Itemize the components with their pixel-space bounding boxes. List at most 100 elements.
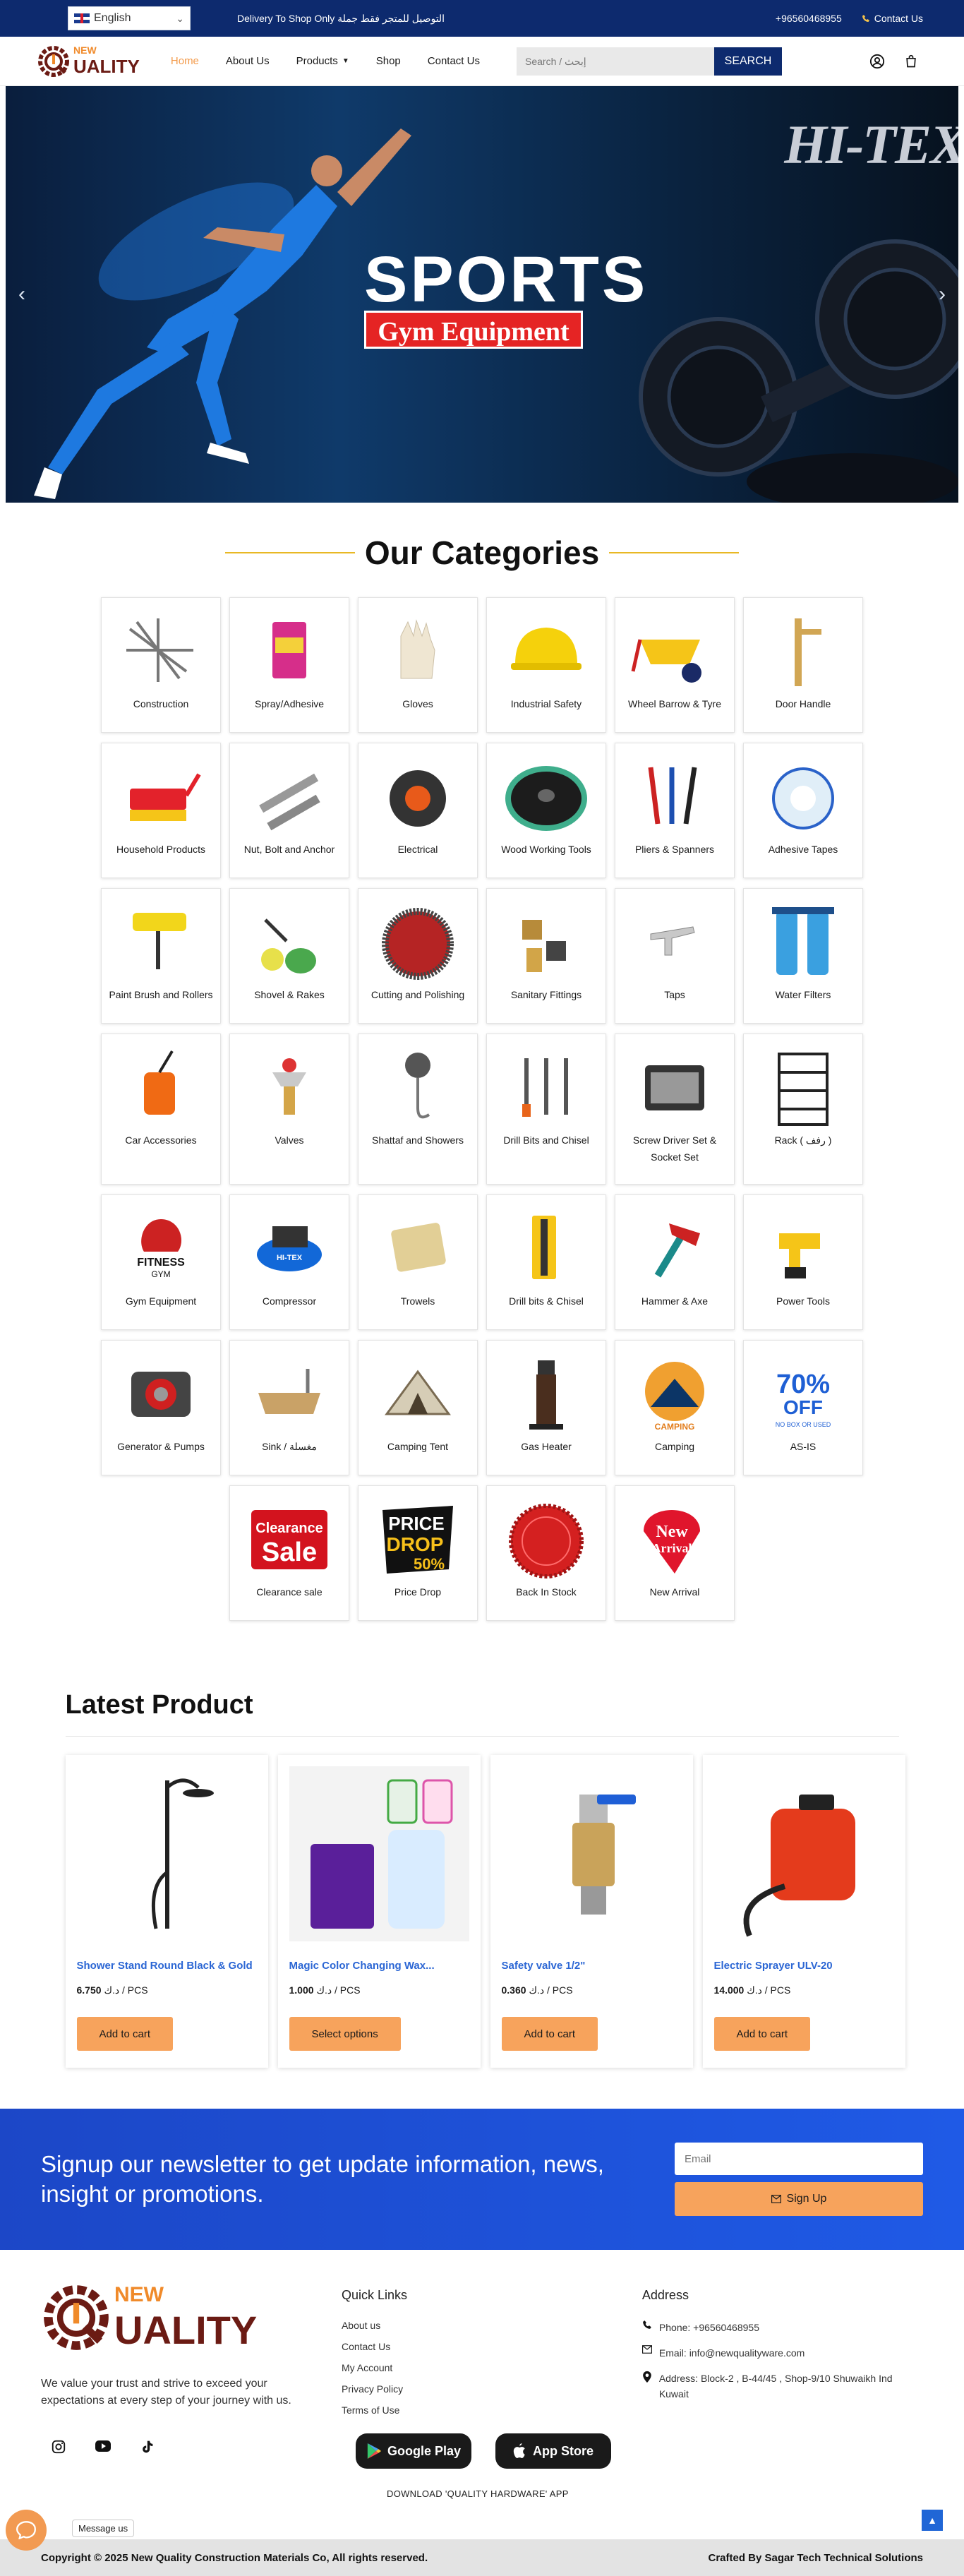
- footer-link-terms[interactable]: Terms of Use: [342, 2404, 642, 2416]
- newsletter-signup-button[interactable]: Sign Up: [675, 2182, 923, 2216]
- footer-link-privacy[interactable]: Privacy Policy: [342, 2383, 642, 2395]
- instagram-icon[interactable]: [51, 2439, 66, 2455]
- category-label: Drill Bits and Chisel: [503, 1134, 589, 1146]
- category-card-compressor[interactable]: HI-TEX Compressor: [229, 1194, 349, 1330]
- category-label: New Arrival: [649, 1586, 700, 1598]
- category-card-adhesive-tapes[interactable]: Adhesive Tapes: [743, 743, 863, 878]
- category-card-valves[interactable]: Valves: [229, 1034, 349, 1185]
- message-us-label[interactable]: Message us: [72, 2520, 135, 2537]
- category-card-gym-equipment[interactable]: FITNESS GYM Gym Equipment: [101, 1194, 221, 1330]
- newsletter-email-input[interactable]: [675, 2143, 923, 2175]
- category-card-power-tools[interactable]: Power Tools: [743, 1194, 863, 1330]
- category-card-wheel-barrow-tyre[interactable]: Wheel Barrow & Tyre: [615, 597, 735, 733]
- app-store-badge[interactable]: App Store: [495, 2433, 611, 2469]
- category-card-new-arrival[interactable]: New Arrival New Arrival: [615, 1485, 735, 1621]
- category-card-taps[interactable]: Taps: [615, 888, 735, 1024]
- category-card-cutting-and-polishing[interactable]: Cutting and Polishing: [358, 888, 478, 1024]
- category-card-water-filters[interactable]: Water Filters: [743, 888, 863, 1024]
- category-card-shattaf-and-showers[interactable]: Shattaf and Showers: [358, 1034, 478, 1185]
- category-card-construction[interactable]: Construction: [101, 597, 221, 733]
- product-image[interactable]: [289, 1766, 469, 1941]
- category-card-trowels[interactable]: Trowels: [358, 1194, 478, 1330]
- category-card-drill-bits-and-chisel[interactable]: Drill Bits and Chisel: [486, 1034, 606, 1185]
- product-name[interactable]: Safety valve 1/2": [502, 1960, 682, 1972]
- category-card-clearance-sale[interactable]: Clearance Sale Clearance sale: [229, 1485, 349, 1621]
- product-card[interactable]: Magic Color Changing Wax... د.ك 1.000 / P…: [277, 1755, 481, 2068]
- category-card-gloves[interactable]: Gloves: [358, 597, 478, 733]
- site-logo[interactable]: NEW UALITY: [37, 44, 140, 78]
- newsletter-text: Signup our newsletter to get update info…: [41, 2151, 604, 2207]
- product-image[interactable]: [77, 1766, 257, 1941]
- nav-contact[interactable]: Contact Us: [428, 55, 480, 67]
- youtube-icon[interactable]: [95, 2439, 112, 2453]
- category-card-nut-bolt-and-anchor[interactable]: Nut, Bolt and Anchor: [229, 743, 349, 878]
- category-card-sanitary-fittings[interactable]: Sanitary Fittings: [486, 888, 606, 1024]
- category-card-car-accessories[interactable]: Car Accessories: [101, 1034, 221, 1185]
- category-card-shovel-rakes[interactable]: Shovel & Rakes: [229, 888, 349, 1024]
- category-card-price-drop[interactable]: PRICE DROP 50% Price Drop: [358, 1485, 478, 1621]
- category-card-sink[interactable]: Sink / مغسلة: [229, 1340, 349, 1475]
- language-selector[interactable]: English ⌄: [68, 6, 191, 30]
- tiktok-icon[interactable]: [140, 2439, 154, 2455]
- nav-home[interactable]: Home: [171, 55, 199, 67]
- footer-logo[interactable]: NEW UALITY: [41, 2282, 342, 2353]
- footer-link-contact[interactable]: Contact Us: [342, 2341, 642, 2352]
- product-image[interactable]: [502, 1766, 682, 1941]
- category-card-hammer-axe[interactable]: Hammer & Axe: [615, 1194, 735, 1330]
- category-card-wood-working-tools[interactable]: Wood Working Tools: [486, 743, 606, 878]
- category-label: Cutting and Polishing: [370, 989, 465, 1000]
- category-card-screw-driver-set-socket-set[interactable]: Screw Driver Set & Socket Set: [615, 1034, 735, 1185]
- product-action-button[interactable]: Add to cart: [501, 2017, 598, 2051]
- product-action-button[interactable]: Select options: [289, 2017, 401, 2051]
- category-card-paint-brush-and-rollers[interactable]: Paint Brush and Rollers: [101, 888, 221, 1024]
- category-card-camping-tent[interactable]: Camping Tent: [358, 1340, 478, 1475]
- product-card[interactable]: Shower Stand Round Black & Gold د.ك 6.750…: [65, 1755, 268, 2068]
- category-card-pliers-spanners[interactable]: Pliers & Spanners: [615, 743, 735, 878]
- product-price-value: 14.000: [713, 1984, 745, 1996]
- google-play-badge[interactable]: Google Play: [356, 2433, 471, 2469]
- category-card-as-is[interactable]: 70% OFF NO BOX OR USED AS-IS: [743, 1340, 863, 1475]
- category-label: Clearance sale: [256, 1586, 323, 1598]
- product-card[interactable]: Safety valve 1/2" د.ك 0.360 / PCS Add to c…: [490, 1755, 693, 2068]
- product-name[interactable]: Shower Stand Round Black & Gold: [77, 1960, 257, 1972]
- product-currency: د.ك: [104, 1984, 120, 1996]
- footer-tagline: We value your trust and strive to exceed…: [41, 2378, 291, 2407]
- category-card-drill-bits-chisel[interactable]: Drill bits & Chisel: [486, 1194, 606, 1330]
- quick-links-title: Quick Links: [341, 2288, 407, 2302]
- category-card-spray-adhesive[interactable]: Spray/Adhesive: [229, 597, 349, 733]
- cart-icon[interactable]: [903, 54, 919, 69]
- nav-products[interactable]: Products ▼: [296, 55, 349, 67]
- top-phone[interactable]: +96560468955: [776, 13, 842, 24]
- nav-about[interactable]: About Us: [226, 55, 270, 67]
- category-card-back-in-stock[interactable]: Back In Stock: [486, 1485, 606, 1621]
- category-card-door-handle[interactable]: Door Handle: [743, 597, 863, 733]
- footer-logo-quality: UALITY: [114, 2307, 258, 2352]
- category-card-camping[interactable]: CAMPING Camping: [615, 1340, 735, 1475]
- category-card-electrical[interactable]: Electrical: [358, 743, 478, 878]
- account-icon[interactable]: [869, 54, 885, 69]
- category-card-household-products[interactable]: Household Products: [101, 743, 221, 878]
- slider-prev-icon[interactable]: ‹: [18, 282, 25, 306]
- product-image[interactable]: [714, 1766, 894, 1941]
- product-action-button[interactable]: Add to cart: [713, 2017, 811, 2051]
- footer-link-about[interactable]: About us: [342, 2320, 642, 2331]
- product-action-button[interactable]: Add to cart: [76, 2017, 174, 2051]
- category-card-industrial-safety[interactable]: Industrial Safety: [486, 597, 606, 733]
- nav-shop[interactable]: Shop: [376, 55, 401, 67]
- category-card-gas-heater[interactable]: Gas Heater: [486, 1340, 606, 1475]
- product-name[interactable]: Magic Color Changing Wax...: [289, 1960, 469, 1972]
- footer-link-account[interactable]: My Account: [342, 2362, 642, 2373]
- footer-phone[interactable]: Phone: +96560468955: [659, 2320, 759, 2335]
- messenger-button[interactable]: [6, 2510, 47, 2551]
- slider-next-icon[interactable]: ›: [939, 282, 946, 306]
- hero-banner[interactable]: HI-TEX SPORTS Gym Equipment ‹ ›: [6, 86, 958, 503]
- back-to-top-icon[interactable]: ▲: [922, 2510, 943, 2531]
- product-name[interactable]: Electric Sprayer ULV-20: [714, 1960, 894, 1972]
- footer-email[interactable]: Email: info@newqualityware.com: [659, 2345, 805, 2361]
- category-card-generator-pumps[interactable]: Generator & Pumps: [101, 1340, 221, 1475]
- product-card[interactable]: Electric Sprayer ULV-20 د.ك 14.000 / PCS A…: [702, 1755, 905, 2068]
- search-button[interactable]: SEARCH: [714, 47, 782, 76]
- top-contact-link[interactable]: Contact Us: [862, 13, 923, 24]
- search-input[interactable]: [517, 47, 714, 76]
- category-card-rack[interactable]: Rack ( رفف ): [743, 1034, 863, 1185]
